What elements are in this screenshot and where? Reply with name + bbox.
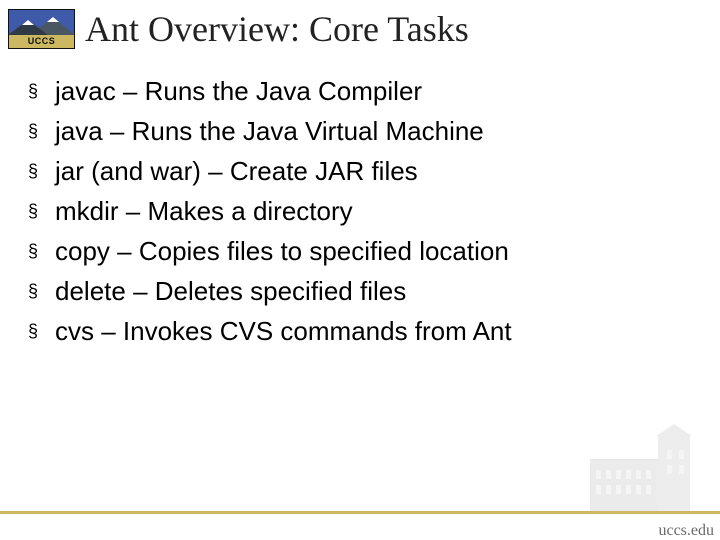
slide-title: Ant Overview: Core Tasks	[85, 8, 469, 50]
bullet-icon: §	[28, 75, 40, 107]
logo-text: UCCS	[9, 35, 74, 48]
list-item-text: jar (and war) – Create JAR files	[55, 155, 418, 188]
bullet-icon: §	[28, 115, 40, 147]
list-item: § delete – Deletes specified files	[28, 275, 700, 308]
footer-url: uccs.edu	[658, 522, 714, 540]
list-item: § javac – Runs the Java Compiler	[28, 75, 700, 108]
slide: UCCS Ant Overview: Core Tasks § javac – …	[0, 0, 720, 540]
bullet-list: § javac – Runs the Java Compiler § java …	[28, 75, 700, 355]
list-item: § mkdir – Makes a directory	[28, 195, 700, 228]
bullet-icon: §	[28, 195, 40, 227]
list-item-text: copy – Copies files to specified locatio…	[55, 235, 509, 268]
building-graphic	[570, 424, 690, 514]
list-item-text: delete – Deletes specified files	[55, 275, 406, 308]
uccs-logo: UCCS	[8, 9, 75, 49]
footer: uccs.edu	[0, 514, 720, 540]
list-item: § java – Runs the Java Virtual Machine	[28, 115, 700, 148]
list-item-text: mkdir – Makes a directory	[55, 195, 353, 228]
bullet-icon: §	[28, 315, 40, 347]
list-item: § jar (and war) – Create JAR files	[28, 155, 700, 188]
bullet-icon: §	[28, 235, 40, 267]
list-item: § cvs – Invokes CVS commands from Ant	[28, 315, 700, 348]
list-item-text: javac – Runs the Java Compiler	[55, 75, 422, 108]
slide-header: UCCS Ant Overview: Core Tasks	[8, 8, 712, 50]
bullet-icon: §	[28, 155, 40, 187]
list-item-text: java – Runs the Java Virtual Machine	[55, 115, 484, 148]
list-item: § copy – Copies files to specified locat…	[28, 235, 700, 268]
bullet-icon: §	[28, 275, 40, 307]
list-item-text: cvs – Invokes CVS commands from Ant	[55, 315, 512, 348]
